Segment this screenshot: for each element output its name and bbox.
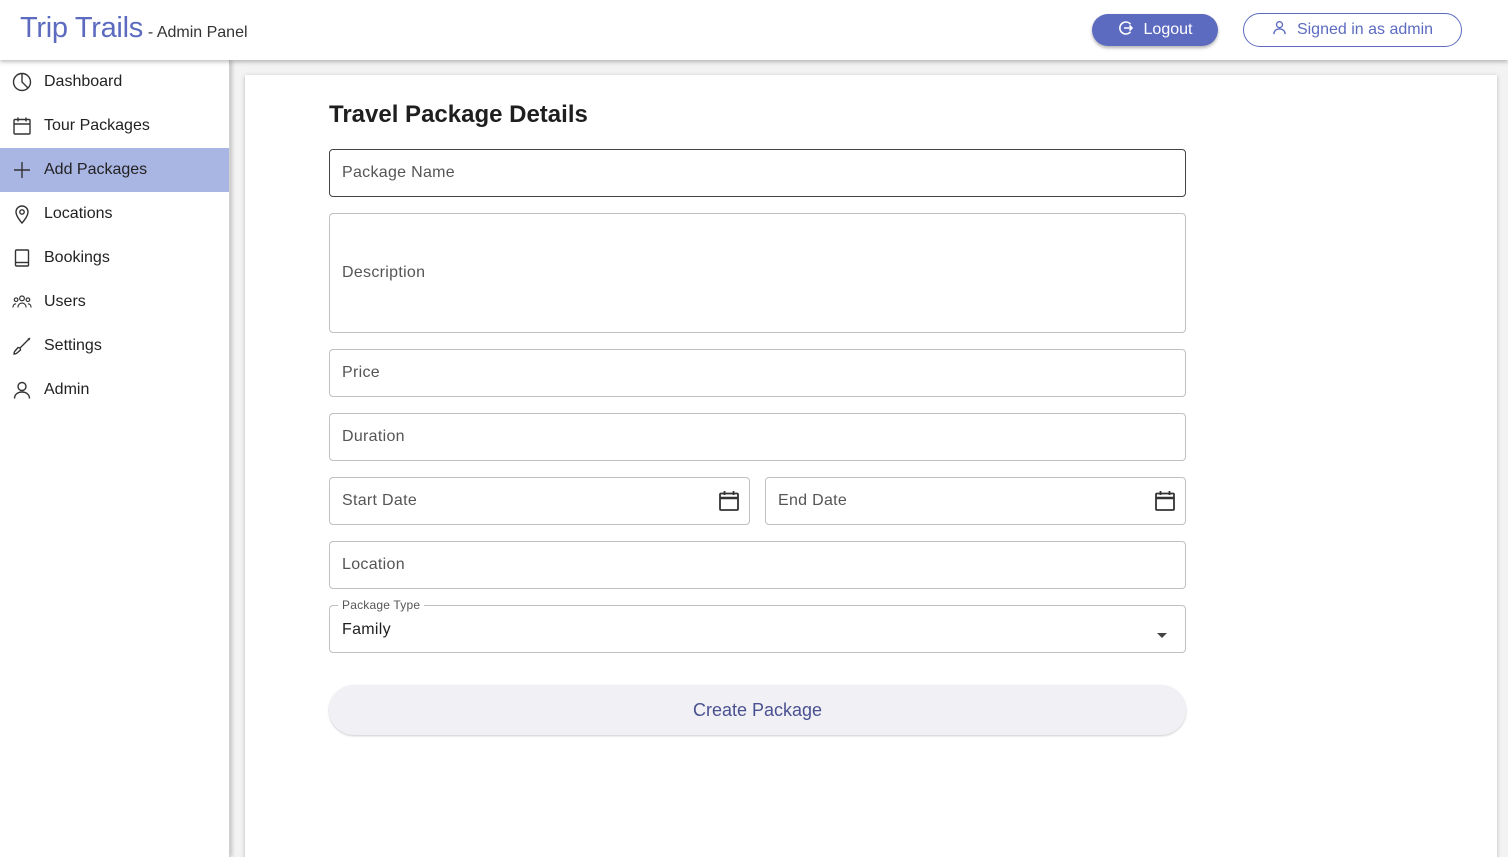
calendar-icon <box>12 116 32 136</box>
location-placeholder: Location <box>342 556 405 573</box>
package-name-placeholder: Package Name <box>342 164 455 181</box>
dropdown-arrow-icon <box>1157 626 1167 644</box>
calendar-icon[interactable] <box>718 490 740 517</box>
sidebar-item-bookings[interactable]: Bookings <box>0 236 229 280</box>
sidebar-item-dashboard[interactable]: Dashboard <box>0 60 229 104</box>
user-icon <box>12 380 32 400</box>
price-placeholder: Price <box>342 364 380 381</box>
location-input[interactable]: Location <box>329 541 1186 589</box>
user-icon <box>1272 20 1287 40</box>
package-type-select[interactable]: Package Type Family <box>329 598 1186 653</box>
end-date-placeholder: End Date <box>778 492 848 509</box>
brand: Trip Trails - Admin Panel <box>20 12 248 45</box>
price-input[interactable]: Price <box>329 349 1186 397</box>
page-title: Travel Package Details <box>329 101 588 128</box>
sidebar-item-locations[interactable]: Locations <box>0 192 229 236</box>
sidebar-item-settings[interactable]: Settings <box>0 324 229 368</box>
users-icon <box>12 292 32 312</box>
logout-button[interactable]: Logout <box>1092 14 1218 46</box>
brand-subtitle: - Admin Panel <box>147 24 248 41</box>
duration-placeholder: Duration <box>342 428 405 445</box>
start-date-input[interactable]: Start Date <box>329 477 750 525</box>
start-date-placeholder: Start Date <box>342 492 418 509</box>
sidebar-item-label: Dashboard <box>44 73 123 90</box>
package-name-input[interactable]: Package Name <box>329 149 1186 197</box>
pie-chart-icon <box>12 72 32 92</box>
sidebar-item-label: Locations <box>44 205 113 222</box>
brush-icon <box>12 336 32 356</box>
logout-icon <box>1118 20 1134 41</box>
package-type-label: Package Type <box>338 598 425 612</box>
sidebar-item-label: Users <box>44 293 86 310</box>
calendar-icon[interactable] <box>1154 490 1176 517</box>
sidebar: Dashboard Tour Packages Add Packages Loc… <box>0 60 230 857</box>
duration-input[interactable]: Duration <box>329 413 1186 461</box>
package-form-card: Travel Package Details Package Name Desc… <box>245 75 1497 857</box>
plus-icon <box>12 160 32 180</box>
sidebar-item-admin[interactable]: Admin <box>0 368 229 412</box>
logout-label: Logout <box>1143 21 1193 38</box>
end-date-input[interactable]: End Date <box>765 477 1186 525</box>
sidebar-item-label: Settings <box>44 337 102 354</box>
sidebar-item-label: Bookings <box>44 249 110 266</box>
book-icon <box>12 248 32 268</box>
create-package-button[interactable]: Create Package <box>329 685 1186 735</box>
sidebar-item-label: Add Packages <box>44 161 148 178</box>
sidebar-item-label: Admin <box>44 381 90 398</box>
package-type-value: Family <box>342 621 391 638</box>
signed-in-button[interactable]: Signed in as admin <box>1243 13 1462 47</box>
sidebar-item-add-packages[interactable]: Add Packages <box>0 148 229 192</box>
description-textarea[interactable]: Description <box>329 213 1186 333</box>
brand-name: Trip Trails <box>20 12 143 44</box>
signed-in-label: Signed in as admin <box>1296 21 1434 38</box>
top-header: Trip Trails - Admin Panel Logout Signed … <box>0 0 1508 60</box>
sidebar-item-label: Tour Packages <box>44 117 150 134</box>
description-placeholder: Description <box>342 264 426 281</box>
sidebar-item-tour-packages[interactable]: Tour Packages <box>0 104 229 148</box>
map-pin-icon <box>12 204 32 224</box>
sidebar-item-users[interactable]: Users <box>0 280 229 324</box>
